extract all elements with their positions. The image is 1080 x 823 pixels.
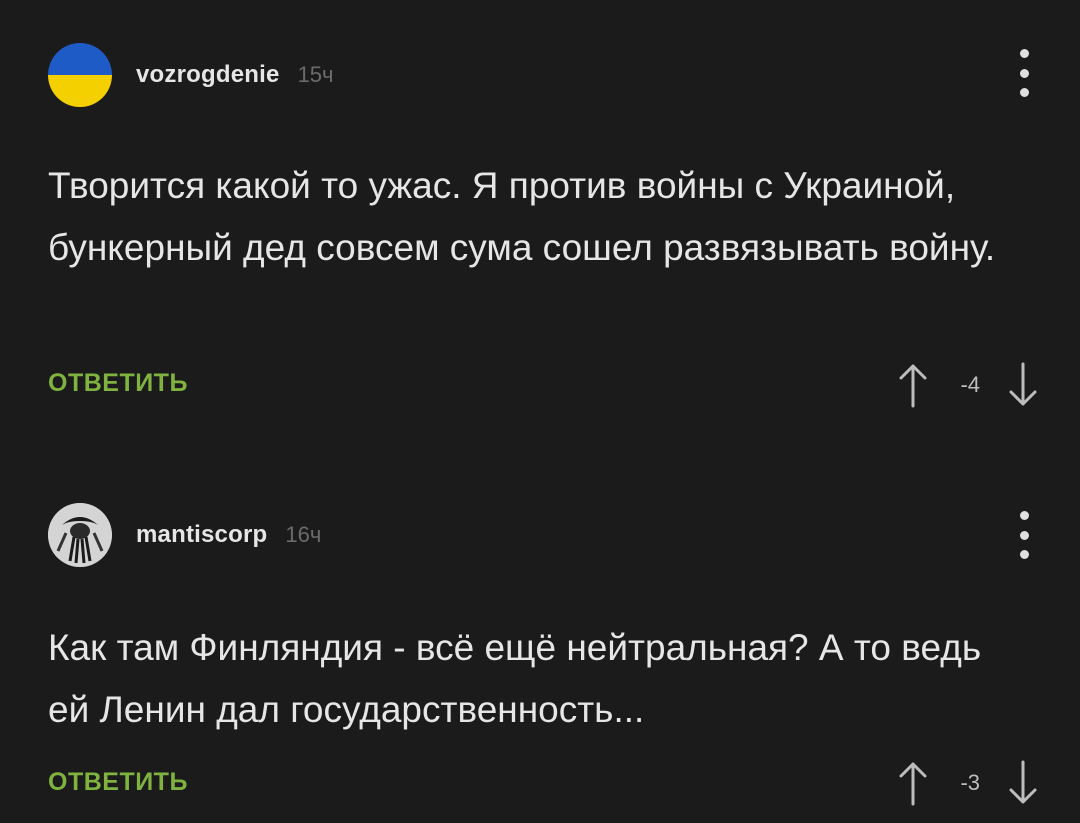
arrow-up-icon[interactable]	[896, 362, 930, 408]
timestamp: 15ч	[297, 62, 334, 87]
vote-controls: -3	[896, 760, 1040, 806]
comment-text: Творится какой то ужас. Я против войны с…	[48, 165, 996, 268]
more-options-icon[interactable]	[1014, 511, 1034, 559]
username[interactable]: mantiscorp	[136, 521, 267, 549]
reply-button[interactable]: ОТВЕТИТЬ	[48, 369, 188, 398]
username[interactable]: vozrogdenie	[136, 61, 280, 89]
vote-score: -3	[960, 770, 980, 795]
reply-button[interactable]: ОТВЕТИТЬ	[48, 768, 188, 797]
more-options-icon[interactable]	[1014, 49, 1034, 97]
vote-controls: -4	[896, 362, 1040, 408]
ukraine-flag-avatar[interactable]	[48, 43, 112, 107]
comment-header: vozrogdenie 15ч	[48, 42, 334, 108]
mantis-avatar[interactable]	[48, 503, 112, 567]
comment-header: mantiscorp 16ч	[48, 502, 321, 568]
comment-text: Как там Финляндия - всё ещё нейтральная?…	[48, 627, 982, 730]
arrow-down-icon[interactable]	[1006, 362, 1040, 408]
timestamp: 16ч	[285, 522, 322, 547]
vote-score: -4	[960, 372, 980, 397]
arrow-up-icon[interactable]	[896, 760, 930, 806]
arrow-down-icon[interactable]	[1006, 760, 1040, 806]
